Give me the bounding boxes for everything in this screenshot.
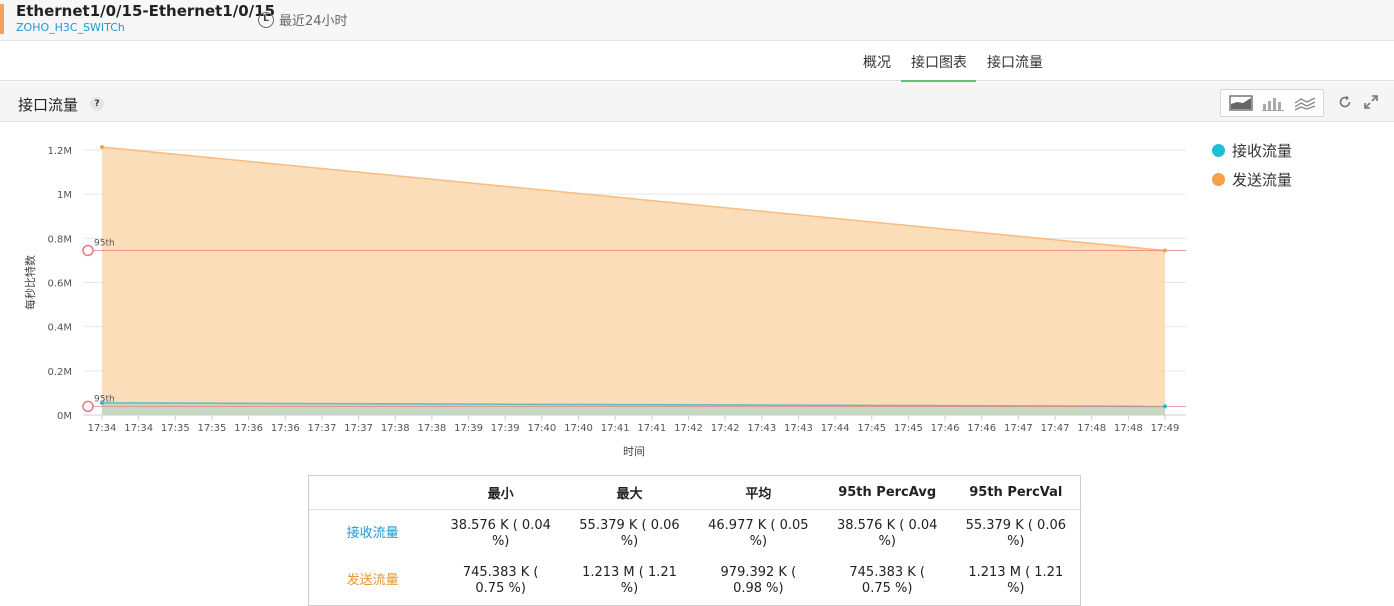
table-row: 接收流量 38.576 K ( 0.04 %) 55.379 K ( 0.06 … (309, 510, 1081, 558)
percentile-marker (82, 400, 94, 413)
tab-overview[interactable]: 概况 (863, 52, 891, 80)
x-tick-label: 17:38 (381, 423, 410, 434)
receive-point (100, 400, 104, 405)
stat-cell: 1.213 M ( 1.21 %) (968, 565, 1064, 597)
x-tick-label: 17:35 (198, 423, 227, 434)
x-tick-label: 17:36 (234, 423, 263, 434)
x-tick-label: 17:44 (821, 423, 850, 434)
y-tick-label: 1M (57, 190, 72, 201)
x-tick-label: 17:40 (527, 423, 556, 434)
chart-type-toggle (1220, 89, 1324, 117)
tab-bar: 概况 接口图表 接口流量 (0, 41, 1394, 83)
panel-title: 接口流量 (18, 96, 79, 114)
stats-header-avg: 平均 (693, 475, 823, 510)
time-period-selector[interactable]: L 最近24小时 (258, 10, 348, 29)
tab-interface-charts[interactable]: 接口图表 (901, 52, 976, 83)
refresh-icon[interactable] (1337, 94, 1353, 110)
stat-cell: 46.977 K ( 0.05 %) (708, 517, 809, 549)
stats-header-max: 最大 (565, 475, 694, 510)
stat-cell: 38.576 K ( 0.04 %) (836, 517, 938, 549)
y-tick-label: 0M (57, 411, 72, 422)
send-point (100, 145, 104, 150)
row-label-receive: 接收流量 (346, 525, 399, 541)
stats-header-blank (308, 475, 437, 510)
x-tick-label: 17:48 (1077, 423, 1106, 434)
stats-header-row: 最小 最大 平均 95th PercAvg 95th PercVal (308, 475, 1081, 510)
x-tick-label: 17:46 (967, 423, 996, 434)
stat-cell: 745.383 K ( 0.75 %) (849, 565, 925, 597)
x-tick-label: 17:40 (564, 423, 593, 434)
percentile-label: 95th (94, 394, 115, 404)
clock-icon: L (258, 11, 274, 28)
stat-cell: 55.379 K ( 0.06 %) (965, 517, 1067, 549)
percentile-marker (82, 244, 94, 257)
x-tick-label: 17:43 (784, 423, 813, 434)
x-axis-label: 时间 (623, 445, 645, 458)
x-tick-label: 17:39 (491, 423, 520, 434)
bar-chart-icon[interactable] (1261, 94, 1287, 112)
legend-dot-receive (1212, 144, 1225, 157)
expand-icon[interactable] (1363, 94, 1379, 110)
time-period-label: 最近24小时 (279, 14, 348, 29)
area-chart-icon[interactable] (1229, 94, 1255, 112)
x-tick-label: 17:37 (344, 423, 373, 434)
x-tick-label: 17:42 (674, 423, 703, 434)
legend-dot-send (1212, 173, 1225, 186)
x-tick-label: 17:47 (1041, 423, 1070, 434)
legend-item-send[interactable]: 发送流量 (1212, 169, 1292, 190)
help-icon[interactable]: ? (90, 97, 104, 111)
traffic-area-chart: 0M 0.2M 0.4M 0.6M 0.8M 1M 1.2M 17:34 17:34 17:35 1… (23, 145, 1186, 458)
legend-label-send: 发送流量 (1232, 171, 1293, 189)
x-tick-label: 17:49 (1151, 423, 1180, 434)
x-tick-label: 17:48 (1114, 423, 1143, 434)
top-header: Ethernet1/0/15-Ethernet1/0/15 ZOHO_H3C_S… (0, 0, 1394, 41)
y-tick-label: 0.2M (47, 367, 72, 378)
stat-cell: 38.576 K ( 0.04 %) (450, 517, 551, 549)
x-tick-label: 17:34 (88, 423, 117, 434)
x-tick-label: 17:43 (747, 423, 776, 434)
tab-interface-traffic[interactable]: 接口流量 (987, 52, 1043, 80)
stats-header-min: 最小 (436, 475, 566, 510)
traffic-stats-table: 最小 最大 平均 95th PercAvg 95th PercVal 接收流量 … (308, 475, 1081, 606)
percentile-label: 95th (94, 238, 115, 248)
y-tick-label: 0.6M (47, 279, 72, 290)
stats-header-95th-percavg: 95th PercAvg (822, 475, 952, 510)
x-tick-label: 17:35 (161, 423, 190, 434)
legend-label-receive: 接收流量 (1232, 142, 1293, 160)
chart-legend: 接收流量 发送流量 (1212, 140, 1292, 198)
title-accent-bar (0, 4, 4, 34)
stat-cell: 745.383 K ( 0.75 %) (462, 565, 539, 597)
y-tick-label: 0.8M (47, 234, 72, 245)
page-title: Ethernet1/0/15-Ethernet1/0/15 (16, 2, 276, 20)
table-row: 发送流量 745.383 K ( 0.75 %) 1.213 M ( 1.21 … (309, 558, 1081, 606)
legend-item-receive[interactable]: 接收流量 (1212, 140, 1292, 161)
stat-cell: 1.213 M ( 1.21 %) (582, 565, 677, 597)
send-area (102, 147, 1165, 416)
panel-header: 接口流量 ? (0, 82, 1394, 122)
receive-point (1163, 404, 1167, 409)
x-tick-label: 17:38 (417, 423, 446, 434)
y-tick-label: 0.4M (47, 323, 72, 334)
stats-header-95th-percval: 95th PercVal (951, 475, 1081, 510)
device-link[interactable]: ZOHO_H3C_SWITCh (16, 21, 125, 34)
y-tick-label: 1.2M (47, 146, 72, 157)
x-tick-label: 17:36 (271, 423, 300, 434)
y-axis-label: 每秒比特数 (23, 255, 37, 310)
x-tick-label: 17:47 (1004, 423, 1033, 434)
x-tick-label: 17:34 (124, 423, 153, 434)
x-tick-label: 17:45 (894, 423, 923, 434)
send-point (1163, 248, 1167, 253)
x-tick-label: 17:41 (637, 423, 666, 434)
stat-cell: 979.392 K ( 0.98 %) (720, 565, 797, 597)
x-tick-label: 17:42 (711, 423, 740, 434)
x-tick-label: 17:45 (857, 423, 886, 434)
x-tick-label: 17:39 (454, 423, 483, 434)
line-chart-icon[interactable] (1293, 94, 1319, 112)
x-tick-label: 17:41 (601, 423, 630, 434)
x-tick-label: 17:46 (931, 423, 960, 434)
x-tick-label: 17:37 (308, 423, 337, 434)
stat-cell: 55.379 K ( 0.06 %) (579, 517, 680, 549)
row-label-send: 发送流量 (346, 573, 399, 589)
